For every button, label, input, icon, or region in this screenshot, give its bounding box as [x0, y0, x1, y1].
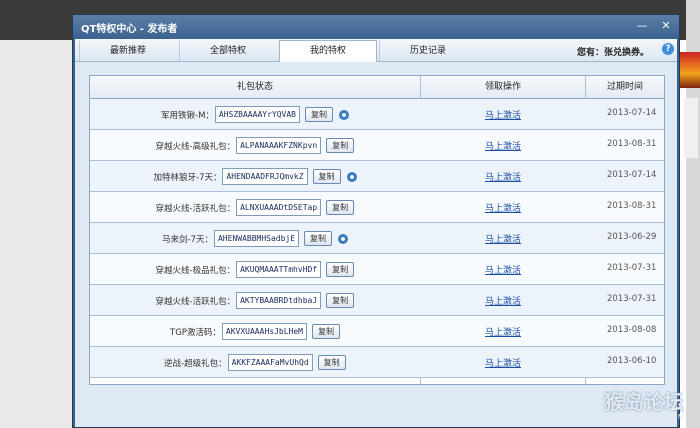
activate-link[interactable]: 马上激活 [485, 294, 521, 307]
gift-table: 礼包状态 领取操作 过期时间 军用铁锹-M： AHSZBAAAAYrYQVAB 复制… [89, 75, 665, 385]
expiry-date: 2013-08-31 [607, 139, 657, 149]
table-row: 军用铁锹-M： AHSZBAAAAYrYQVAB 复制 马上激活 2013-07-14 [90, 99, 664, 130]
copy-button[interactable]: 复制 [326, 138, 355, 153]
gift-name: 逆战-超级礼包： [164, 358, 227, 369]
gift-name: 穿越火线-活跃礼包： [155, 296, 236, 307]
table-row: 逆战-超级礼包： AKKFZAAAFaMvUhQd 复制 马上激活 2013-06-10 [90, 347, 664, 378]
gear-icon[interactable] [346, 171, 357, 182]
gift-cell: 逆战-超级礼包： AKKFZAAAFaMvUhQd 复制 [90, 347, 420, 377]
activate-link[interactable]: 马上激活 [485, 201, 521, 214]
expiry-date: 2013-08-31 [607, 201, 657, 211]
watermark-url: BBS.HOUDAO.COM [605, 413, 685, 421]
copy-button[interactable]: 复制 [312, 169, 341, 184]
copy-button[interactable]: 复制 [326, 293, 355, 308]
background-panel [0, 40, 72, 428]
gear-icon[interactable] [338, 109, 349, 120]
gift-code-field[interactable]: AKUQMAAATTmhvHDf [236, 261, 322, 278]
gift-code-group: TGP激活码： AKVXUAAAHsJbLHeM 复制 [170, 323, 340, 340]
gift-name: TGP激活码： [170, 327, 221, 338]
tab-history[interactable]: 历史记录 [379, 41, 476, 61]
watermark-logo: 猴岛论坛 [604, 390, 684, 414]
gift-name: 加特林狼牙-7天： [153, 172, 222, 183]
expiry-date: 2013-06-10 [607, 356, 657, 366]
activate-link[interactable]: 马上激活 [485, 263, 521, 276]
window-content: 最新推荐 全部特权 我的特权 历史记录 您有：张兑换券。 ? 礼包状态 领取操作… [75, 39, 677, 427]
gift-code-group: 穿越火线-活跃礼包： ALNXUAAADtDSETap 复制 [156, 199, 355, 216]
table-row: 加特林狼牙-7天： AHENDAADFRJQmvkZ 复制 马上激活 2013-07-1… [90, 161, 664, 192]
gift-cell: 穿越火线-活跃礼包： ALNXUAAADtDSETap 复制 [90, 192, 420, 222]
gift-code-group: 军用铁锹-M： AHSZBAAAAYrYQVAB 复制 [161, 106, 349, 123]
header-action: 领取操作 [484, 82, 521, 92]
title-bar[interactable]: QT特权中心 - 发布者 — ✕ [73, 15, 679, 39]
privilege-window: QT特权中心 - 发布者 — ✕ 最新推荐 全部特权 我的特权 历史记录 您有：… [72, 14, 680, 428]
table-row: 穿越火线-活跃礼包： AKTYBAABRDtdhbaJ 复制 马上激活 2013-07-… [90, 285, 664, 316]
activate-link[interactable]: 马上激活 [485, 356, 521, 369]
gift-cell: 穿越火线-极品礼包： AKUQMAAATTmhvHDf 复制 [90, 254, 420, 284]
gift-code-group: 马来剑-7天： AHENWABBMHSadbjE 复制 [162, 230, 349, 247]
gift-cell: 穿越火线-活跃礼包： AKTYBAABRDtdhbaJ 复制 [90, 285, 420, 315]
expiry-date: 2013-06-29 [607, 232, 657, 242]
close-button[interactable]: ✕ [657, 18, 675, 34]
gift-name: 军用铁锹-M： [161, 110, 214, 121]
gift-cell: 加特林狼牙-7天： AHENDAADFRJQmvkZ 复制 [90, 161, 420, 191]
tab-my-privileges[interactable]: 我的特权 [279, 40, 377, 62]
gift-code-group: 穿越火线-高级礼包： ALPANAAAKFZNKpvn 复制 [156, 137, 355, 154]
copy-button[interactable]: 复制 [317, 355, 346, 370]
gift-code-group: 穿越火线-活跃礼包： AKTYBAABRDtdhbaJ 复制 [156, 292, 355, 309]
gift-code-field[interactable]: AHENDAADFRJQmvkZ [222, 168, 308, 185]
gift-cell: 马来剑-7天： AHENWABBMHSadbjE 复制 [90, 223, 420, 253]
gift-cell: 穿越火线-高级礼包： ALPANAAAKFZNKpvn 复制 [90, 130, 420, 160]
help-icon[interactable]: ? [662, 43, 674, 55]
table-row: TGP激活码： AKVXUAAAHsJbLHeM 复制 马上激活 2013-08-08 [90, 316, 664, 347]
table-row: 马来剑-7天： AHENWABBMHSadbjE 复制 马上激活 2013-06-29 [90, 223, 664, 254]
table-row: 穿越火线-极品礼包： AKUQMAAATTmhvHDf 复制 马上激活 2013-07-… [90, 254, 664, 285]
activate-link[interactable]: 马上激活 [485, 139, 521, 152]
gift-cell: 军用铁锹-M： AHSZBAAAAYrYQVAB 复制 [90, 99, 420, 129]
background-right-content [684, 98, 698, 158]
user-voucher-info: 您有：张兑换券。 [577, 48, 650, 58]
tab-all-privileges[interactable]: 全部特权 [179, 41, 276, 61]
gift-code-field[interactable]: AHENWABBMHSadbjE [213, 230, 300, 247]
tab-latest[interactable]: 最新推荐 [79, 41, 176, 61]
gear-icon[interactable] [338, 233, 349, 244]
activate-link[interactable]: 马上激活 [485, 170, 521, 183]
gift-code-group: 逆战-超级礼包： AKKFZAAAFaMvUhQd 复制 [164, 354, 346, 371]
gift-code-group: 穿越火线-极品礼包： AKUQMAAATTmhvHDf 复制 [156, 261, 355, 278]
activate-link[interactable]: 马上激活 [485, 232, 521, 245]
gift-name: 马来剑-7天： [162, 234, 213, 245]
background-game-banner [680, 52, 700, 88]
gift-name: 穿越火线-极品礼包： [155, 265, 236, 276]
minimize-button[interactable]: — [633, 18, 651, 34]
activate-link[interactable]: 马上激活 [485, 108, 521, 121]
header-expiry: 过期时间 [606, 82, 643, 92]
gift-code-field[interactable]: AKTYBAABRDtdhbaJ [236, 292, 322, 309]
gift-code-group: 加特林狼牙-7天： AHENDAADFRJQmvkZ 复制 [154, 168, 357, 185]
activate-link[interactable]: 马上激活 [485, 325, 521, 338]
expiry-date: 2013-07-31 [607, 294, 657, 304]
header-gift-status: 礼包状态 [236, 82, 273, 92]
gift-code-field[interactable]: ALNXUAAADtDSETap [236, 199, 322, 216]
copy-button[interactable]: 复制 [304, 231, 333, 246]
expiry-date: 2013-07-31 [607, 263, 657, 273]
gift-cell: TGP激活码： AKVXUAAAHsJbLHeM 复制 [90, 316, 420, 346]
table-header: 礼包状态 领取操作 过期时间 [90, 76, 664, 99]
window-title: QT特权中心 - 发布者 [81, 24, 178, 35]
gift-code-field[interactable]: AKVXUAAAHsJbLHeM [221, 323, 307, 340]
expiry-date: 2013-08-08 [607, 325, 657, 335]
table-row: 穿越火线-活跃礼包： ALNXUAAADtDSETap 复制 马上激活 2013-08-… [90, 192, 664, 223]
tab-bar: 最新推荐 全部特权 我的特权 历史记录 您有：张兑换券。 ? [75, 39, 677, 62]
table-row: 穿越火线-高级礼包： ALPANAAAKFZNKpvn 复制 马上激活 2013-08-… [90, 130, 664, 161]
expiry-date: 2013-07-14 [607, 108, 657, 118]
gift-code-field[interactable]: AKKFZAAAFaMvUhQd [227, 354, 313, 371]
gift-name: 穿越火线-活跃礼包： [155, 203, 236, 214]
gift-code-field[interactable]: AHSZBAAAAYrYQVAB [214, 106, 300, 123]
expiry-date: 2013-07-14 [607, 170, 657, 180]
gift-name: 穿越火线-高级礼包： [155, 141, 236, 152]
copy-button[interactable]: 复制 [304, 107, 333, 122]
gift-code-field[interactable]: ALPANAAAKFZNKpvn [236, 137, 322, 154]
copy-button[interactable]: 复制 [326, 262, 355, 277]
copy-button[interactable]: 复制 [311, 324, 340, 339]
copy-button[interactable]: 复制 [326, 200, 355, 215]
